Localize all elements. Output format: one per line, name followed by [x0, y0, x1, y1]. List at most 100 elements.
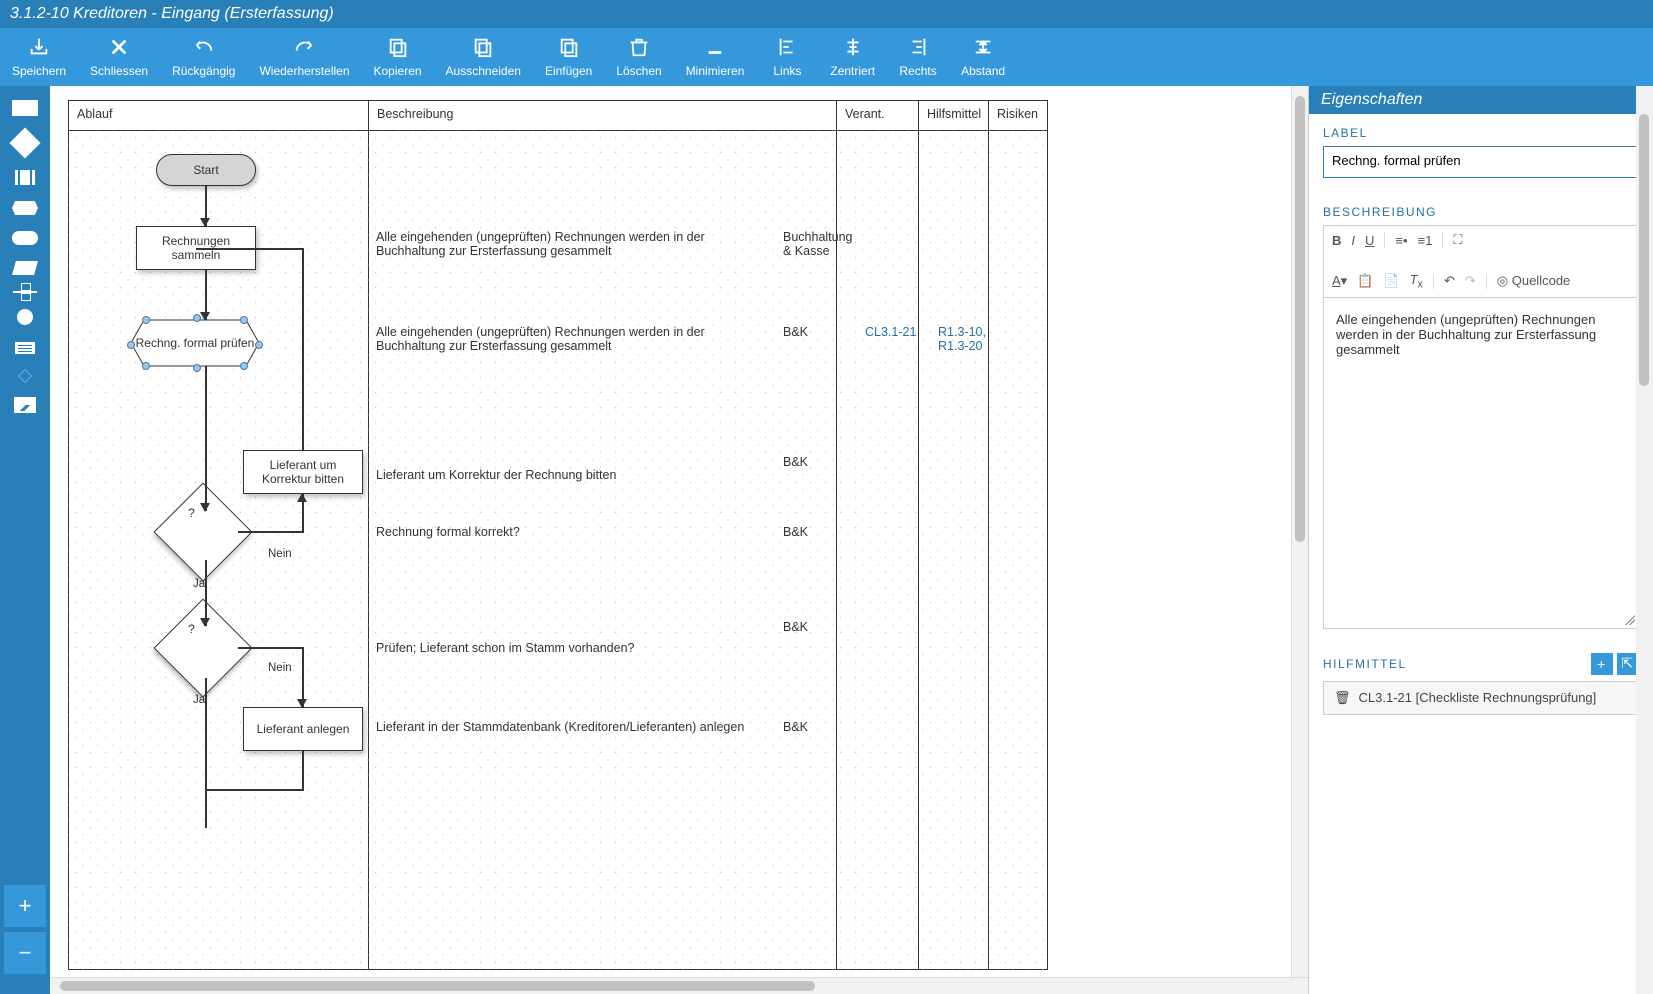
rte-clear-button[interactable]: Tx — [1410, 272, 1423, 291]
row-risks-link[interactable]: R1.3-10, R1.3-20 — [938, 325, 993, 353]
row-desc: Alle eingehenden (ungeprüften) Rechnunge… — [376, 230, 766, 258]
row-desc: Alle eingehenden (ungeprüften) Rechnunge… — [376, 325, 766, 353]
close-button[interactable]: Schliessen — [78, 32, 160, 82]
rte-resize-handle[interactable] — [1625, 615, 1635, 625]
node-ask-vendor[interactable]: Lieferant um Korrektur bitten — [243, 450, 363, 494]
align-right-label: Rechts — [899, 64, 936, 78]
palette-data[interactable] — [12, 261, 38, 275]
palette-terminator[interactable] — [12, 231, 38, 245]
cut-button[interactable]: Ausschneiden — [434, 32, 533, 82]
palette-subprocess[interactable] — [12, 170, 38, 185]
palette-process[interactable] — [12, 100, 38, 116]
minimize-icon — [704, 36, 726, 58]
align-right-icon — [907, 36, 929, 58]
redo-button[interactable]: Wiederherstellen — [247, 32, 361, 82]
spacing-icon — [972, 36, 994, 58]
row-owner: B&K — [783, 325, 808, 339]
shape-palette: + − — [0, 86, 50, 994]
paste-icon — [558, 36, 580, 58]
save-button[interactable]: Speichern — [0, 32, 78, 82]
row-owner: B&K — [783, 525, 808, 539]
close-icon — [108, 36, 130, 58]
align-center-icon — [842, 36, 864, 58]
undo-label: Rückgängig — [172, 64, 235, 78]
edge-label-no: Nein — [268, 662, 292, 674]
trash-icon[interactable]: 🗑 — [1334, 690, 1351, 706]
cut-icon — [472, 36, 494, 58]
paste-label: Einfügen — [545, 64, 592, 78]
rte-ol-button[interactable]: ≡1 — [1418, 233, 1433, 248]
copy-button[interactable]: Kopieren — [362, 32, 434, 82]
palette-connector[interactable] — [17, 309, 33, 325]
edge-label-no: Nein — [268, 548, 292, 560]
rte-source-button[interactable]: ◎ Quellcode — [1497, 273, 1571, 289]
description-section-header: BESCHREIBUNG — [1323, 205, 1639, 219]
main-toolbar: Speichern Schliessen Rückgängig Wiederhe… — [0, 28, 1653, 86]
align-center-button[interactable]: Zentriert — [818, 32, 887, 82]
rte-textcolor-button[interactable]: A▾ — [1332, 273, 1347, 289]
canvas-area[interactable]: Ablauf Beschreibung Verant. Hilfsmittel … — [50, 86, 1308, 994]
spacing-label: Abstand — [961, 64, 1005, 78]
hilfmittel-add-button[interactable]: + — [1591, 653, 1613, 675]
row-owner: B&K — [783, 455, 808, 469]
label-section-header: LABEL — [1323, 126, 1639, 140]
align-left-icon — [776, 36, 798, 58]
rte-fullscreen-button[interactable]: ⛶ — [1453, 232, 1462, 248]
align-left-label: Links — [773, 64, 801, 78]
rte-ul-button[interactable]: ≡• — [1395, 233, 1407, 248]
rte-underline-button[interactable]: U — [1365, 233, 1374, 248]
zoom-out-button[interactable]: − — [4, 932, 46, 974]
lane-header-tools: Hilfsmittel — [919, 101, 988, 131]
row-desc: Prüfen; Lieferant schon im Stamm vorhand… — [376, 641, 634, 655]
row-desc: Lieferant in der Stammdatenbank (Kredito… — [376, 720, 744, 734]
close-label: Schliessen — [90, 64, 148, 78]
align-left-button[interactable]: Links — [756, 32, 818, 82]
row-owner: Buchhaltung & Kasse — [783, 230, 858, 258]
node-formal-check[interactable]: Rechng. formal prüfen — [131, 320, 259, 366]
lane-header-desc: Beschreibung — [369, 101, 836, 131]
palette-note[interactable] — [14, 341, 36, 355]
rte-copy-button[interactable]: 📋 — [1357, 273, 1373, 289]
cut-label: Ausschneiden — [446, 64, 521, 78]
rte-bold-button[interactable]: B — [1332, 233, 1341, 248]
align-center-label: Zentriert — [830, 64, 875, 78]
paste-button[interactable]: Einfügen — [533, 32, 604, 82]
properties-title: Eigenschaften — [1309, 86, 1653, 114]
row-tools-link[interactable]: CL3.1-21 — [865, 325, 916, 339]
row-owner: B&K — [783, 720, 808, 734]
properties-panel: Eigenschaften LABEL BESCHREIBUNG B I U ≡… — [1308, 86, 1653, 994]
hilfmittel-item[interactable]: 🗑 CL3.1-21 [Checkliste Rechnungsprüfung] — [1323, 681, 1639, 715]
minimize-button[interactable]: Minimieren — [674, 32, 757, 82]
hilfmittel-section-header: HILFMITTEL — [1323, 657, 1407, 671]
palette-decision[interactable] — [9, 127, 40, 158]
edge-label-yes: Ja — [193, 694, 205, 706]
spacing-button[interactable]: Abstand — [949, 32, 1017, 82]
rte-paste-button[interactable]: 📄 — [1383, 273, 1399, 289]
lane-header-flow: Ablauf — [69, 101, 368, 131]
node-start[interactable]: Start — [156, 154, 256, 186]
hilfmittel-item-label: CL3.1-21 [Checkliste Rechnungsprüfung] — [1359, 690, 1597, 705]
rte-undo-button[interactable]: ↶ — [1444, 273, 1455, 289]
canvas-horizontal-scrollbar[interactable] — [50, 977, 1308, 994]
palette-preparation[interactable] — [12, 201, 38, 215]
undo-icon — [193, 36, 215, 58]
rte-italic-button[interactable]: I — [1351, 233, 1355, 248]
undo-button[interactable]: Rückgängig — [160, 32, 247, 82]
description-editor[interactable]: Alle eingehenden (ungeprüften) Rechnunge… — [1324, 298, 1638, 628]
row-owner: B&K — [783, 620, 808, 634]
redo-label: Wiederherstellen — [259, 64, 349, 78]
align-right-button[interactable]: Rechts — [887, 32, 949, 82]
palette-split[interactable] — [13, 291, 37, 293]
properties-scrollbar[interactable] — [1636, 86, 1653, 994]
save-label: Speichern — [12, 64, 66, 78]
palette-image[interactable] — [14, 397, 36, 413]
label-input[interactable] — [1323, 146, 1639, 178]
node-create-vendor[interactable]: Lieferant anlegen — [243, 707, 363, 751]
zoom-in-button[interactable]: + — [4, 885, 46, 927]
copy-label: Kopieren — [374, 64, 422, 78]
rte-redo-button[interactable]: ↷ — [1465, 273, 1476, 289]
row-desc: Lieferant um Korrektur der Rechnung bitt… — [376, 468, 616, 482]
palette-gateway[interactable] — [18, 369, 32, 383]
canvas-vertical-scrollbar[interactable] — [1291, 86, 1308, 977]
delete-button[interactable]: Löschen — [604, 32, 673, 82]
